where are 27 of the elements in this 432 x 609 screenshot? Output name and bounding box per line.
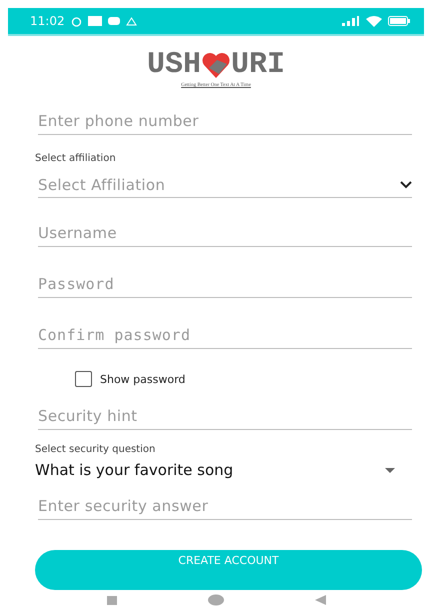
field-label: Select security question [35, 444, 156, 455]
password-field[interactable]: Password [38, 269, 412, 298]
image-icon [88, 16, 102, 26]
home-icon [206, 594, 224, 606]
chevron-down-icon [400, 181, 412, 189]
recents-icon [106, 596, 116, 604]
alarm-icon [70, 16, 82, 26]
input-field[interactable]: Enter security answer [38, 491, 412, 520]
wifi-icon [366, 16, 382, 26]
heart-handshake-icon [201, 50, 231, 80]
checkbox-label[interactable]: Show password [100, 372, 186, 386]
input-field[interactable]: Security hint [38, 401, 412, 430]
dropdown-arrow-icon [385, 468, 395, 472]
signal-icon [342, 16, 360, 26]
message-icon [108, 17, 120, 25]
password-field[interactable]: Confirm password [38, 320, 412, 349]
status-time: 11:02 [30, 14, 65, 28]
field-label: Select affiliation [35, 153, 117, 164]
input-field[interactable]: Enter phone number [38, 106, 412, 135]
cloud-icon [126, 16, 137, 26]
checkbox[interactable] [75, 371, 92, 387]
back-icon [314, 595, 326, 605]
logo-text: USH [146, 50, 201, 80]
battery-icon [388, 16, 410, 26]
logo-text: URI [231, 50, 286, 80]
input-field[interactable]: Username [38, 218, 412, 247]
security-question-dropdown[interactable]: What is your favorite song [35, 461, 395, 479]
